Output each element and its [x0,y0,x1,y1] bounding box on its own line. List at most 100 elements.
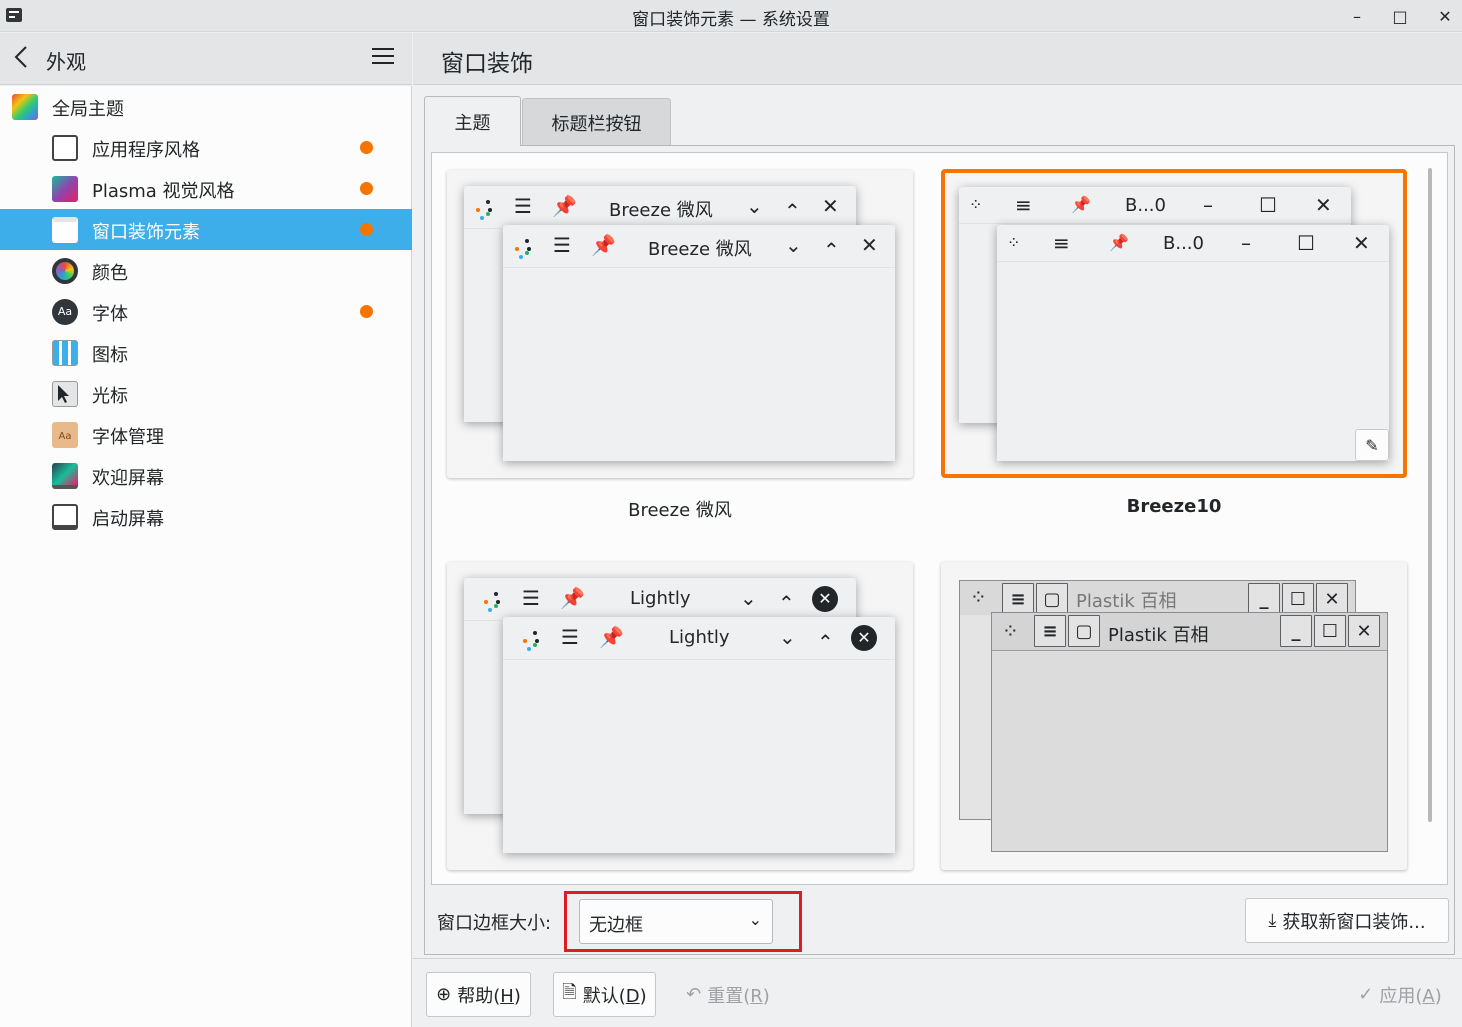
maximize-icon: □ [1392,6,1408,26]
defaults-label-end: ) [639,985,647,1007]
hamburger-menu-button[interactable] [372,48,396,68]
preview-window-front: ☰ 📌 Breeze 微风 ⌄ ⌃ ✕ [503,225,895,461]
tab-theme[interactable]: 主题 [424,96,521,146]
help-icon: ⊕ [436,984,452,1005]
apply-label-end: ) [1434,985,1442,1007]
preview-window-front: ⁘ ≡ ▢ Plastik 百相 _ ☐ ✕ [991,612,1388,852]
document-icon: 🗎 [562,981,577,1003]
pin-icon: 📌 [591,233,616,257]
close-icon: ✕ [851,625,877,651]
sidebar-item-global-theme[interactable]: 全局主题 [0,86,412,127]
edit-theme-button[interactable]: ✎ [1355,429,1389,461]
menu-icon: ≡ [1015,193,1032,217]
theme-name: Breeze 微风 [628,500,732,521]
pin-icon: 📌 [1109,233,1129,252]
preview-title: Plastik 百相 [1076,591,1177,612]
sidebar-item-label: 欢迎屏幕 [92,468,164,489]
close-button[interactable]: ✕ [1427,2,1462,30]
close-icon: ✕ [1438,6,1452,26]
maximize-button[interactable]: □ [1382,2,1418,30]
scrollbar[interactable] [1428,168,1432,822]
chevron-down-icon: ⌄ [746,194,763,218]
on-all-desktops-icon: ▢ [1068,615,1100,647]
footer-divider [413,958,1462,959]
undo-icon: ↶ [686,984,702,1005]
menu-icon: ☰ [561,625,579,649]
theme-card-lightly[interactable]: ☰ 📌 Lightly ⌄ ⌃ ✕ ☰ 📌 Lightly ⌄ ⌃ ✕ [447,562,913,870]
sidebar-item-colors[interactable]: 颜色 [0,250,412,291]
sidebar-item-plasma-style[interactable]: Plasma 视觉风格 [0,168,412,209]
sidebar-item-login-screen[interactable]: 启动屏幕 [0,496,412,537]
sidebar-item-application-style[interactable]: 应用程序风格 [0,127,412,168]
theme-card-breeze10[interactable]: ⁘ ≡ 📌 B...0 – ☐ ✕ ⁘ ≡ 📌 B...0 – ☐ ✕ ✎ [941,169,1407,478]
apply-shortcut: A [1422,985,1435,1007]
apply-button[interactable]: ✓ 应用(A) [1350,972,1450,1017]
pencil-icon: ✎ [1365,435,1379,455]
back-button[interactable] [14,43,38,73]
kde-menu-icon [482,590,504,612]
splash-screen-icon [52,463,78,489]
sidebar-item-cursors[interactable]: 光标 [0,373,412,414]
reset-button[interactable]: ↶ 重置(R) [678,972,778,1017]
sidebar-item-label: 应用程序风格 [92,140,200,161]
kde-menu-icon: ⁘ [969,195,983,214]
minimize-button[interactable]: – [1339,2,1375,30]
font-management-icon: Aa [52,422,78,448]
close-icon: ✕ [861,233,878,257]
chevron-down-icon: ⌄ [740,586,757,610]
chevron-down-icon: ⌄ [748,910,762,929]
get-new-decorations-button[interactable]: ⤓ 获取新窗口装饰... [1245,898,1449,943]
sidebar-item-window-decoration[interactable]: 窗口装饰元素 [0,209,412,250]
close-icon: ✕ [1353,231,1370,255]
download-icon: ⤓ [1268,910,1277,931]
chevron-left-icon [14,46,27,68]
preview-window-front: ⁘ ≡ 📌 B...0 – ☐ ✕ [997,225,1389,461]
close-icon: ✕ [1316,583,1348,615]
sidebar-item-splash-screen[interactable]: 欢迎屏幕 [0,455,412,496]
menu-icon: ☰ [553,233,571,257]
close-icon: ✕ [1315,193,1332,217]
help-shortcut: H [500,985,514,1007]
sidebar-item-icons[interactable]: 图标 [0,332,412,373]
pin-icon: 📌 [560,586,585,610]
kde-menu-icon [521,629,543,651]
border-size-label: 窗口边框大小: [437,913,552,934]
minimize-icon: – [1241,231,1251,255]
colors-icon [52,258,78,284]
get-new-label: 获取新窗口装饰... [1282,911,1426,933]
kde-menu-icon [474,198,496,220]
sidebar-item-label: 启动屏幕 [92,509,164,530]
kde-menu-icon: ⁘ [1007,233,1021,252]
maximize-icon: ☐ [1314,615,1346,647]
sidebar-item-font-management[interactable]: Aa 字体管理 [0,414,412,455]
plasma-style-icon [52,176,78,202]
modified-indicator [360,141,373,154]
menu-icon: ≡ [1034,615,1066,647]
apply-label: 应用( [1379,985,1423,1007]
sidebar-item-label: 字体管理 [92,427,164,448]
tab-titlebar-buttons[interactable]: 标题栏按钮 [522,98,671,146]
kde-menu-icon [513,237,535,259]
border-size-value: 无边框 [589,915,643,936]
sidebar-item-label: 光标 [92,386,128,407]
defaults-button[interactable]: 🗎 默认(D) [553,972,656,1017]
icons-icon [52,340,78,366]
menu-icon: ☰ [514,194,532,218]
theme-card-breeze[interactable]: ☰ 📌 Breeze 微风 ⌄ ⌃ ✕ ☰ 📌 Breeze 微风 ⌄ ⌃ ✕ [447,170,913,478]
close-icon: ✕ [812,586,838,612]
kde-menu-icon: ⁘ [970,585,987,609]
reset-label: 重置( [707,985,751,1007]
menu-icon: ≡ [1002,583,1034,615]
close-icon: ✕ [822,194,839,218]
theme-card-plastik[interactable]: ⁘ ≡ ▢ Plastik 百相 _ ☐ ✕ ⁘ ≡ ▢ Plastik 百相 … [941,562,1407,870]
minimize-icon: _ [1248,583,1280,615]
preview-title: B...0 [1163,233,1204,254]
maximize-icon: ☐ [1259,193,1277,217]
back-label[interactable]: 外观 [46,46,86,75]
border-size-dropdown[interactable]: 无边框 ⌄ [579,899,773,944]
sidebar-item-fonts[interactable]: Aa 字体 [0,291,412,332]
menu-icon: ☰ [522,586,540,610]
pin-icon: 📌 [1071,195,1091,214]
help-button[interactable]: ⊕ 帮助(H) [426,972,531,1017]
window-decoration-icon [52,217,78,243]
